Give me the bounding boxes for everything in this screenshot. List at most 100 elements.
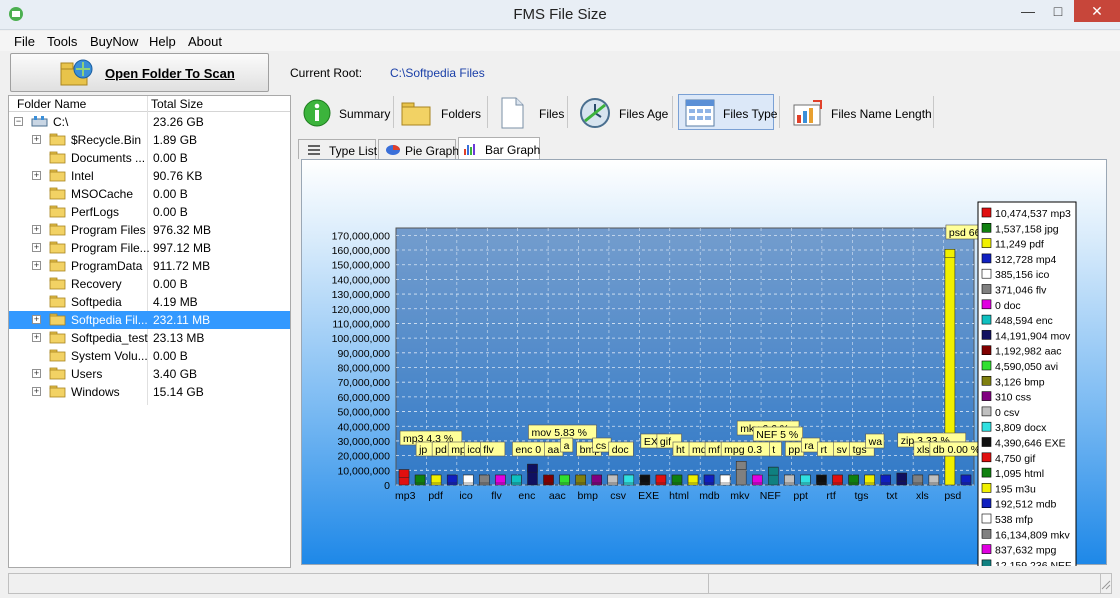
tree-row[interactable]: Recovery 0.00 B (9, 275, 290, 293)
minimize-button[interactable]: — (1013, 0, 1043, 22)
tree-row-name: PerfLogs (71, 205, 120, 219)
bar-cap (960, 474, 972, 484)
tree-row[interactable]: MSOCache 0.00 B (9, 185, 290, 203)
col-total-size[interactable]: Total Size (151, 97, 203, 111)
legend-label: 371,046 flv (995, 285, 1047, 297)
bar-cap (446, 474, 458, 484)
tree-row[interactable]: System Volu... 0.00 B (9, 347, 290, 365)
legend-label: 3,809 docx (995, 422, 1047, 434)
x-tick-label: txt (886, 490, 897, 502)
menu-tools[interactable]: Tools (47, 34, 77, 49)
menu-about[interactable]: About (188, 34, 222, 49)
menu-bar: File Tools BuyNow Help About (0, 31, 1120, 51)
tree-expander[interactable]: − (14, 117, 23, 126)
close-button[interactable]: ✕ (1074, 0, 1120, 22)
tree-expander[interactable]: + (32, 135, 41, 144)
data-label: pp (788, 444, 800, 456)
tree-row[interactable]: + Softpedia_test 23.13 MB (9, 329, 290, 347)
data-label: ico (467, 444, 481, 456)
tree-row-name: Documents ... (71, 151, 146, 165)
bar-cap (912, 474, 924, 484)
folder-icon (49, 367, 66, 380)
tree-expander[interactable]: + (32, 243, 41, 252)
subtab-pie-graph[interactable]: Pie Graph (378, 139, 459, 159)
tree-row[interactable]: + Windows 15.14 GB (9, 383, 290, 401)
maximize-button[interactable]: □ (1043, 0, 1073, 22)
tree-expander[interactable]: + (32, 225, 41, 234)
bar-cap (430, 474, 442, 484)
legend-label: 4,390,646 EXE (995, 438, 1066, 450)
bar-cap (768, 466, 779, 476)
tree-row-name: Softpedia_test (71, 331, 148, 345)
legend-swatch (981, 345, 992, 355)
x-tick-label: rtf (826, 490, 835, 502)
subtab-type-list[interactable]: Type List (298, 139, 377, 159)
menu-file[interactable]: File (14, 34, 35, 49)
tree-row[interactable]: + ProgramData 911.72 MB (9, 257, 290, 275)
tree-row[interactable]: Documents ... 0.00 B (9, 149, 290, 167)
bar-cap (735, 461, 747, 470)
open-folder-button[interactable]: Open Folder To Scan (10, 53, 269, 92)
tree-row[interactable]: + Softpedia Fil... 232.11 MB (9, 311, 290, 329)
tree-row[interactable]: + Intel 90.76 KB (9, 167, 290, 185)
tree-expander[interactable]: + (32, 315, 41, 324)
y-tick-label: 100,000,000 (332, 333, 391, 345)
tree-expander[interactable]: + (32, 171, 41, 180)
tab-files-type[interactable]: Files Type (678, 94, 777, 130)
bar-graph-panel: 170,000,000 160,000,000 150,000,000 140,000… (301, 159, 1107, 576)
files-type-icon (685, 99, 715, 127)
status-cell-secondary (709, 574, 1101, 593)
data-label: sv (837, 444, 848, 456)
tab-folders-label: Folders (441, 107, 482, 121)
tree-row[interactable]: − C:\ 23.26 GB (9, 113, 290, 131)
data-label: ra (804, 440, 813, 452)
legend-label: 11,249 pdf (995, 239, 1044, 251)
legend-label: 195 m3u (995, 483, 1036, 495)
tree-expander[interactable]: + (32, 261, 41, 270)
y-tick-label: 60,000,000 (337, 392, 390, 404)
data-label: jp (418, 444, 427, 456)
tree-row[interactable]: PerfLogs 0.00 B (9, 203, 290, 221)
bar-cap (559, 474, 570, 484)
tree-row[interactable]: + Program File... 997.12 MB (9, 239, 290, 257)
bar-cap (591, 474, 602, 484)
legend-swatch (981, 452, 992, 463)
x-tick-label: ico (459, 490, 473, 502)
tree-row-name: ProgramData (71, 259, 143, 273)
tree-row[interactable]: Softpedia 4.19 MB (9, 293, 290, 311)
tab-files-name-length[interactable]: Files Name Length (784, 94, 932, 130)
tab-folders[interactable]: Folders (398, 94, 484, 130)
data-label: mov 5.83 % (531, 427, 586, 439)
col-folder-name[interactable]: Folder Name (17, 97, 86, 111)
y-tick-label: 140,000,000 (332, 274, 391, 286)
tab-files[interactable]: Files (492, 94, 564, 130)
x-tick-label: mp3 (395, 490, 416, 502)
bar-cap (511, 474, 522, 484)
legend-label: 0 csv (995, 407, 1020, 419)
bar-cap (703, 474, 715, 484)
legend-swatch (981, 391, 992, 401)
title-bar: FMS File Size — □ ✕ (0, 0, 1120, 30)
tree-row-size: 0.00 B (153, 205, 188, 219)
folder-tree[interactable]: Folder Name Total Size − C:\ 23.26 GB + $Rec… (8, 95, 291, 568)
tree-expander[interactable]: + (32, 333, 41, 342)
tree-row[interactable]: + $Recycle.Bin 1.89 GB (9, 131, 290, 149)
resize-grip-icon[interactable] (1099, 578, 1111, 590)
tree-expander[interactable]: + (32, 369, 41, 378)
tree-row-size: 1.89 GB (153, 133, 198, 147)
data-label: mp (451, 444, 466, 456)
name-length-icon (793, 100, 822, 126)
tab-summary[interactable]: Summary (298, 94, 390, 130)
tree-row[interactable]: + Program Files 976.32 MB (9, 221, 290, 239)
bar-cap (527, 463, 538, 473)
bar-cap (687, 474, 699, 484)
subtab-bar-graph[interactable]: Bar Graph (458, 137, 540, 160)
tree-row-name: Program File... (71, 241, 149, 255)
menu-help[interactable]: Help (149, 34, 176, 49)
bar-chart: 170,000,000 160,000,000 150,000,000 140,000… (332, 201, 1077, 576)
tab-files-age[interactable]: Files Age (572, 94, 668, 130)
data-label: db 0.00 % (933, 444, 980, 456)
tree-expander[interactable]: + (32, 387, 41, 396)
menu-buynow[interactable]: BuyNow (90, 34, 138, 49)
tree-row[interactable]: + Users 3.40 GB (9, 365, 290, 383)
